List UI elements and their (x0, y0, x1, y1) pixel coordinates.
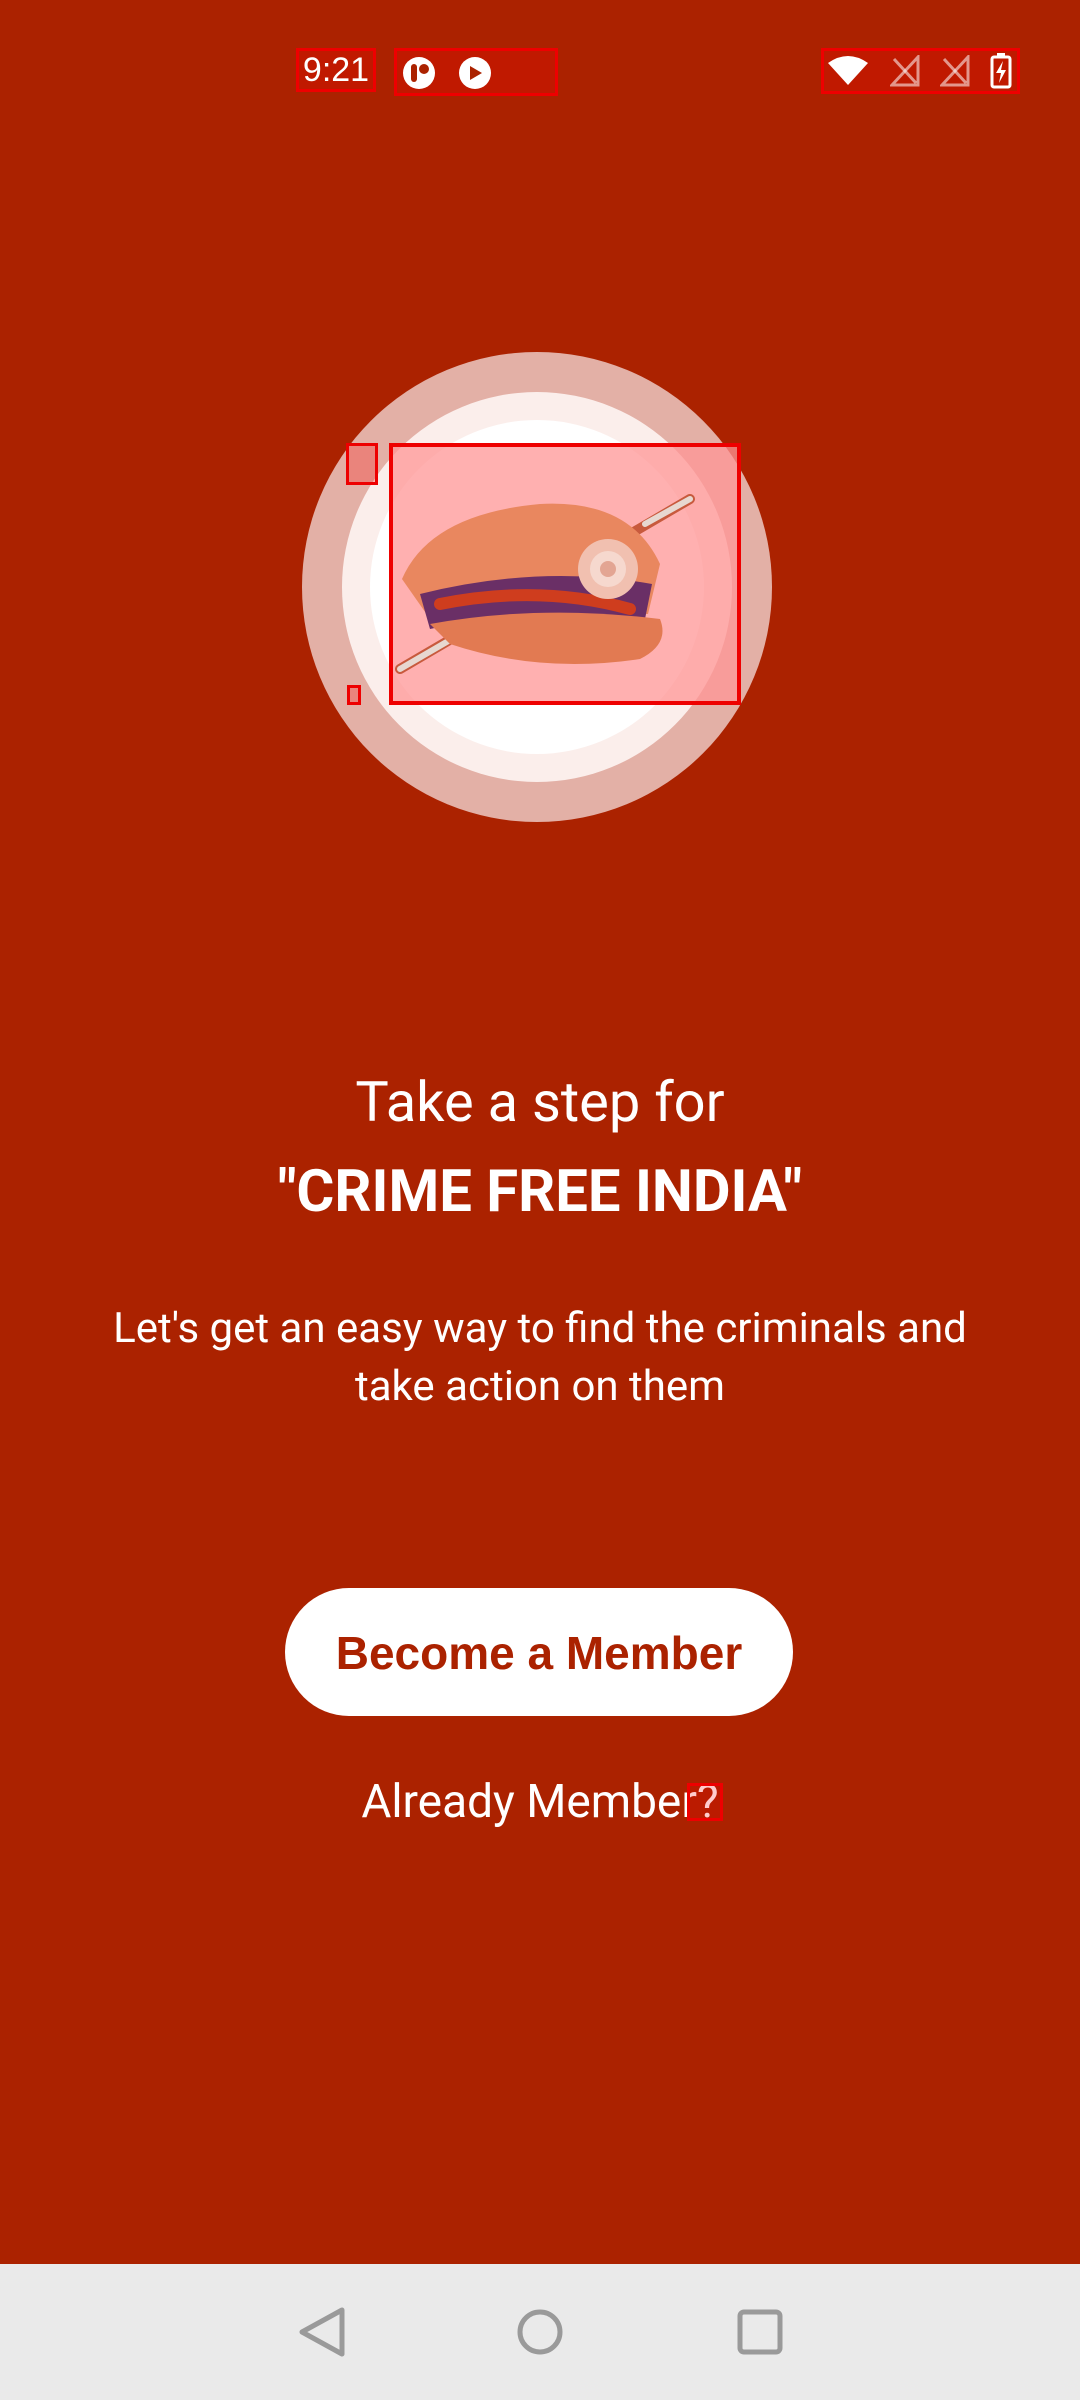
navigation-bar (0, 2264, 1080, 2400)
onboarding-screen: 9:21 Take a step for "CRIME FREE INDIA" … (0, 0, 1080, 2400)
back-icon[interactable] (282, 2292, 362, 2372)
headline-line-1: Take a step for (355, 1069, 725, 1135)
description-text: Let's get an easy way to find the crimin… (113, 1304, 967, 1411)
battery-charging-icon (990, 53, 1012, 89)
status-system-icons (821, 48, 1020, 94)
signal-icon (890, 55, 920, 87)
recent-apps-icon[interactable] (720, 2292, 800, 2372)
headline-line-2: "CRIME FREE INDIA" (277, 1158, 803, 1226)
become-member-button[interactable]: Become a Member (285, 1588, 793, 1716)
wifi-icon (828, 56, 868, 85)
status-bar: 9:21 (0, 0, 1080, 140)
signal-icon (940, 55, 970, 87)
ui-highlight (687, 1783, 723, 1821)
home-icon[interactable] (500, 2292, 580, 2372)
ui-highlight (346, 443, 378, 485)
app-notification-icon (403, 57, 435, 89)
status-notification-icons (394, 48, 558, 96)
already-member-link[interactable]: Already Member? (0, 1770, 1080, 1834)
sync-icon (459, 57, 491, 89)
police-cap-icon (389, 443, 741, 705)
status-time: 9:21 (296, 48, 376, 92)
ui-highlight (347, 685, 361, 705)
